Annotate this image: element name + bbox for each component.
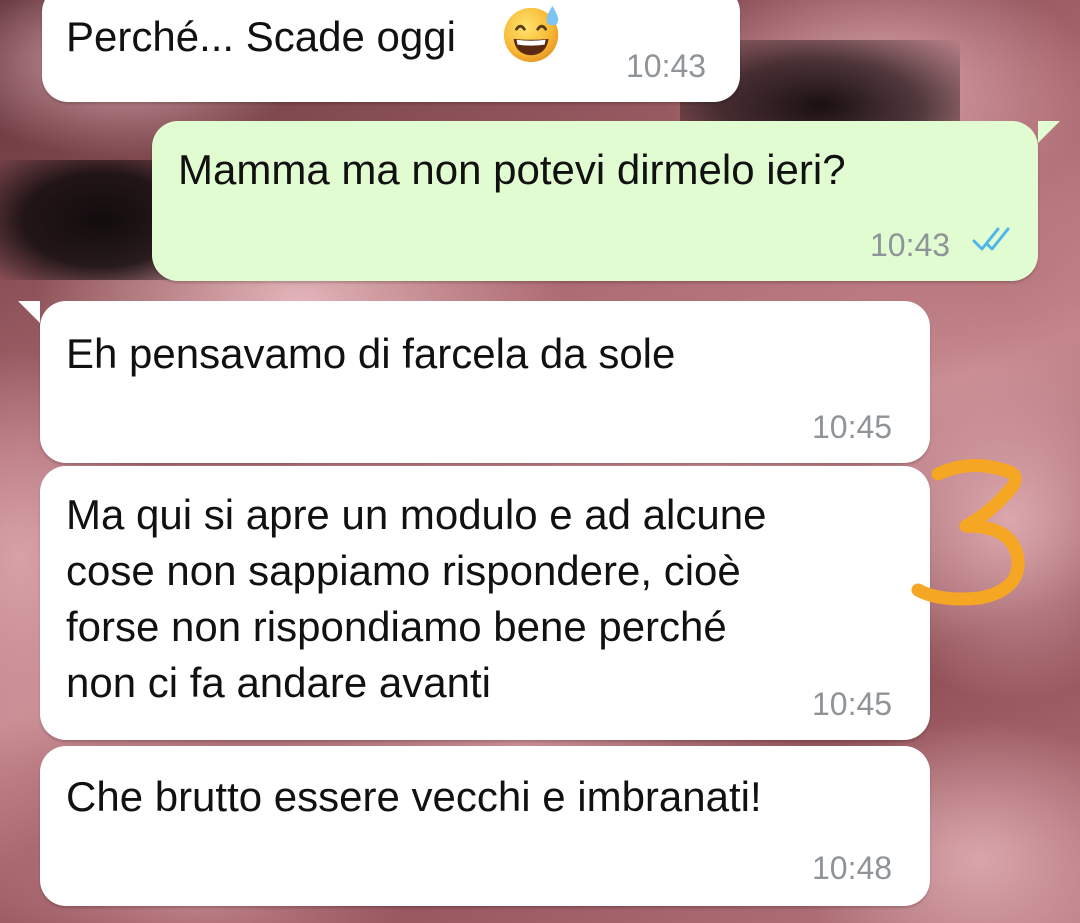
annotation-label: 3: [910, 452, 911, 453]
message-text: Eh pensavamo di farcela da sole: [66, 330, 676, 377]
annotation-number: 3: [910, 452, 1025, 606]
bubble-tail: [18, 301, 40, 323]
message-text-line: non ci fa andare avanti: [66, 659, 491, 706]
message-bubble-incoming[interactable]: Ma qui si apre un modulo e ad alcune cos…: [40, 466, 930, 740]
message-bubble-outgoing[interactable]: Mamma ma non potevi dirmelo ieri? 10:43: [152, 121, 1038, 281]
message-time: 10:48: [812, 850, 893, 886]
message-text: Perché... Scade oggi: [66, 13, 456, 60]
message-text-line: forse non rispondiamo bene perché: [66, 603, 727, 650]
read-receipt-icon: [972, 227, 1010, 251]
message-text-line: cose non sappiamo rispondere, cioè: [66, 547, 741, 594]
message-bubble-incoming[interactable]: Perché... Scade oggi 10:43: [42, 0, 740, 102]
message-text: Mamma ma non potevi dirmelo ieri?: [178, 146, 846, 193]
message-text: Che brutto essere vecchi e imbranati!: [66, 773, 762, 820]
wallpaper-shadow: [0, 160, 170, 280]
message-bubble-incoming[interactable]: Eh pensavamo di farcela da sole 10:45: [40, 301, 930, 463]
message-time: 10:45: [812, 409, 893, 445]
message-time: 10:43: [870, 227, 951, 263]
message-time: 10:43: [626, 48, 707, 84]
message-time: 10:45: [812, 686, 893, 722]
bubble-tail: [1038, 121, 1060, 143]
message-text-line: Ma qui si apre un modulo e ad alcune: [66, 491, 767, 538]
message-bubble-incoming[interactable]: Che brutto essere vecchi e imbranati! 10…: [40, 746, 930, 906]
grinning-face-with-sweat-icon: [503, 5, 559, 63]
